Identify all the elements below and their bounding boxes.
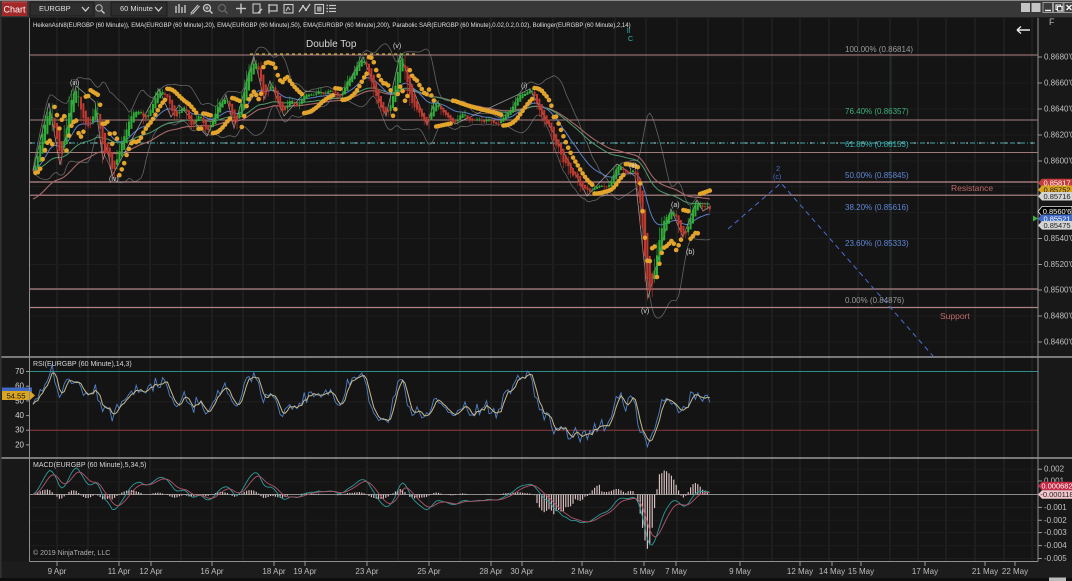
svg-text:0.8640'0: 0.8640'0: [1044, 105, 1072, 114]
svg-text:7 May: 7 May: [665, 567, 687, 576]
svg-text:RSI(EURGBP (60 Minute),14,3): RSI(EURGBP (60 Minute),14,3): [33, 361, 132, 368]
svg-text:0.002: 0.002: [1044, 465, 1065, 474]
svg-text:HeikenAshi8(EURGBP (60 Minute): HeikenAshi8(EURGBP (60 Minute)), EMA(EUR…: [33, 23, 631, 29]
svg-text:2 May: 2 May: [571, 567, 593, 576]
svg-text:0.8540'0: 0.8540'0: [1044, 234, 1072, 243]
svg-text:20: 20: [15, 440, 24, 449]
svg-text:-0.002: -0.002: [1044, 516, 1067, 525]
svg-text:50.00% (0.85845): 50.00% (0.85845): [845, 171, 909, 180]
svg-text:0.85475: 0.85475: [1043, 221, 1070, 230]
svg-text:30 Apr: 30 Apr: [510, 567, 533, 576]
svg-text:12 Apr: 12 Apr: [139, 567, 162, 576]
svg-text:(ii): (ii): [629, 163, 637, 170]
svg-text:0.8680'0: 0.8680'0: [1044, 53, 1072, 62]
svg-text:0.8600'0: 0.8600'0: [1044, 157, 1072, 166]
svg-text:-0.005: -0.005: [1044, 554, 1067, 563]
svg-text:(b): (b): [686, 249, 695, 256]
svg-text:18 Apr: 18 Apr: [262, 567, 285, 576]
svg-text:40: 40: [15, 411, 24, 420]
svg-text:30: 30: [15, 426, 24, 435]
svg-text:EURGBP: EURGBP: [39, 4, 71, 13]
svg-text:0.00% (0.84876): 0.00% (0.84876): [845, 296, 904, 305]
svg-text:14 May: 14 May: [819, 567, 845, 576]
svg-text:-0.001: -0.001: [1044, 503, 1067, 512]
svg-text:0.8460'0: 0.8460'0: [1044, 338, 1072, 347]
svg-text:(a): (a): [671, 202, 680, 209]
svg-text:(v): (v): [641, 308, 649, 315]
svg-text:MACD(EURGBP (60 Minute),5,34,5: MACD(EURGBP (60 Minute),5,34,5): [33, 462, 146, 469]
svg-text:0.8500'0: 0.8500'0: [1044, 286, 1072, 295]
svg-text:5 May: 5 May: [633, 567, 655, 576]
svg-text:70: 70: [15, 367, 24, 376]
svg-text:25 Apr: 25 Apr: [417, 567, 440, 576]
svg-text:11 Apr: 11 Apr: [108, 567, 131, 576]
svg-text:76.40% (0.86357): 76.40% (0.86357): [845, 107, 909, 116]
svg-text:60 Minute: 60 Minute: [120, 4, 153, 13]
svg-text:F: F: [1049, 17, 1055, 27]
svg-text:22 May: 22 May: [1002, 567, 1028, 576]
svg-text:2: 2: [776, 164, 780, 173]
svg-text:28 Apr: 28 Apr: [479, 567, 502, 576]
svg-text:-0.004: -0.004: [1044, 541, 1067, 550]
svg-text:23 Apr: 23 Apr: [355, 567, 378, 576]
svg-text:9 May: 9 May: [729, 567, 751, 576]
svg-text:-0.003: -0.003: [1044, 528, 1067, 537]
svg-text:C: C: [628, 36, 633, 43]
svg-text:9 Apr: 9 Apr: [48, 567, 67, 576]
svg-text:0.8620'0: 0.8620'0: [1044, 131, 1072, 140]
svg-text:0.85716: 0.85716: [1043, 192, 1070, 201]
svg-text:19 Apr: 19 Apr: [293, 567, 316, 576]
svg-text:Double Top: Double Top: [306, 39, 357, 50]
svg-text:ll: ll: [627, 28, 631, 35]
svg-text:Support: Support: [940, 311, 970, 321]
svg-text:21 May: 21 May: [972, 567, 998, 576]
svg-text:0.8520'0: 0.8520'0: [1044, 260, 1072, 269]
svg-text:Chart: Chart: [3, 5, 26, 15]
svg-text:-0.000118: -0.000118: [1040, 490, 1072, 499]
svg-text:12 May: 12 May: [787, 567, 813, 576]
svg-text:23.60% (0.85333): 23.60% (0.85333): [845, 239, 909, 248]
svg-text:61.80% (0.86153): 61.80% (0.86153): [845, 140, 909, 149]
svg-text:38.20% (0.85616): 38.20% (0.85616): [845, 203, 909, 212]
svg-text:15 May: 15 May: [848, 567, 874, 576]
svg-text:0.8480'0: 0.8480'0: [1044, 312, 1072, 321]
svg-text:© 2019 NinjaTrader, LLC: © 2019 NinjaTrader, LLC: [33, 549, 110, 557]
svg-text:17 May: 17 May: [912, 567, 938, 576]
svg-text:Resistance: Resistance: [951, 183, 993, 193]
svg-text:(iii): (iii): [70, 80, 79, 87]
svg-text:(i): (i): [521, 83, 527, 90]
svg-text:54.55: 54.55: [7, 392, 26, 401]
svg-text:100.00% (0.86814): 100.00% (0.86814): [845, 45, 913, 54]
svg-text:(v): (v): [393, 43, 401, 50]
svg-text:(iv): (iv): [109, 176, 119, 183]
svg-text:0.8660'0: 0.8660'0: [1044, 79, 1072, 88]
svg-text:(c): (c): [773, 174, 781, 181]
svg-text:16 Apr: 16 Apr: [200, 567, 223, 576]
